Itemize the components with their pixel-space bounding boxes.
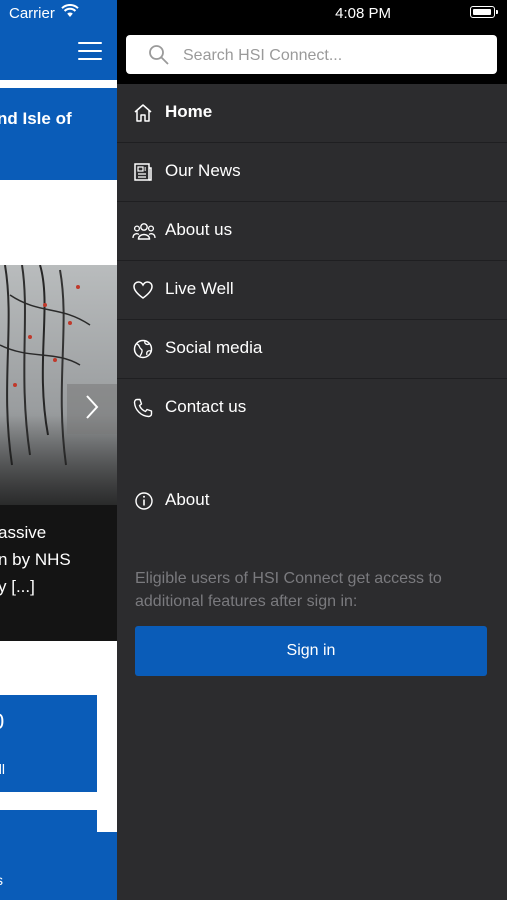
battery-icon (470, 6, 498, 18)
globe-icon (132, 338, 154, 360)
menu-item-contact-us[interactable]: Contact us (117, 379, 507, 437)
menu-item-social-media[interactable]: Social media (117, 320, 507, 379)
region-banner: nd Isle of (0, 88, 117, 180)
people-icon (132, 220, 156, 242)
search-box[interactable] (126, 35, 497, 76)
menu-item-label: Live Well (165, 279, 234, 298)
main-header: Carrier (0, 0, 117, 80)
news-caption-line: n by NHS (0, 550, 71, 569)
chevron-right-icon (85, 394, 99, 425)
main-page: Carrier nd Isle of assive n by NHS y [..… (0, 0, 117, 900)
news-caption-line: y [...] (0, 577, 35, 596)
drawer-menu: Home Our News About us Live Well Social … (117, 84, 507, 437)
carousel-next-button[interactable] (67, 384, 117, 434)
search-bar-container (117, 26, 507, 84)
menu-item-about-us[interactable]: About us (117, 202, 507, 261)
heart-icon (132, 279, 154, 301)
about-item[interactable]: About (117, 486, 507, 516)
menu-item-live-well[interactable]: Live Well (117, 261, 507, 320)
banner-text: nd Isle of (0, 109, 72, 128)
wifi-icon (61, 4, 79, 23)
menu-toggle-button[interactable] (78, 42, 102, 60)
search-icon (148, 44, 170, 71)
phone-icon (132, 397, 154, 419)
bottom-bar[interactable]: s (0, 832, 117, 900)
card-label: ell (0, 761, 6, 777)
menu-item-home[interactable]: Home (117, 84, 507, 143)
news-carousel[interactable]: assive n by NHS y [...] (0, 265, 117, 641)
about-label: About (165, 490, 210, 509)
status-bar: 4:08 PM (117, 0, 507, 26)
menu-item-label: Social media (165, 338, 263, 357)
news-icon (132, 161, 154, 183)
carrier-label: Carrier (9, 5, 55, 22)
menu-item-label: Contact us (165, 397, 247, 416)
news-caption-line: assive (0, 523, 47, 542)
clock: 4:08 PM (335, 5, 391, 22)
card-value: 0 (0, 709, 4, 735)
search-input[interactable] (181, 35, 485, 76)
sign-in-description: Eligible users of HSI Connect get access… (135, 570, 442, 610)
menu-item-label: Home (165, 102, 213, 121)
info-icon (134, 491, 154, 516)
menu-item-our-news[interactable]: Our News (117, 143, 507, 202)
feature-card[interactable]: 0 ell (0, 695, 97, 792)
home-icon (132, 102, 154, 124)
feature-card-2[interactable] (0, 810, 97, 832)
menu-item-label: About us (165, 220, 233, 239)
news-caption[interactable]: assive n by NHS y [...] (0, 519, 71, 600)
sign-in-button[interactable]: Sign in (135, 626, 487, 676)
bottom-bar-label: s (0, 872, 3, 888)
menu-item-label: Our News (165, 161, 241, 180)
